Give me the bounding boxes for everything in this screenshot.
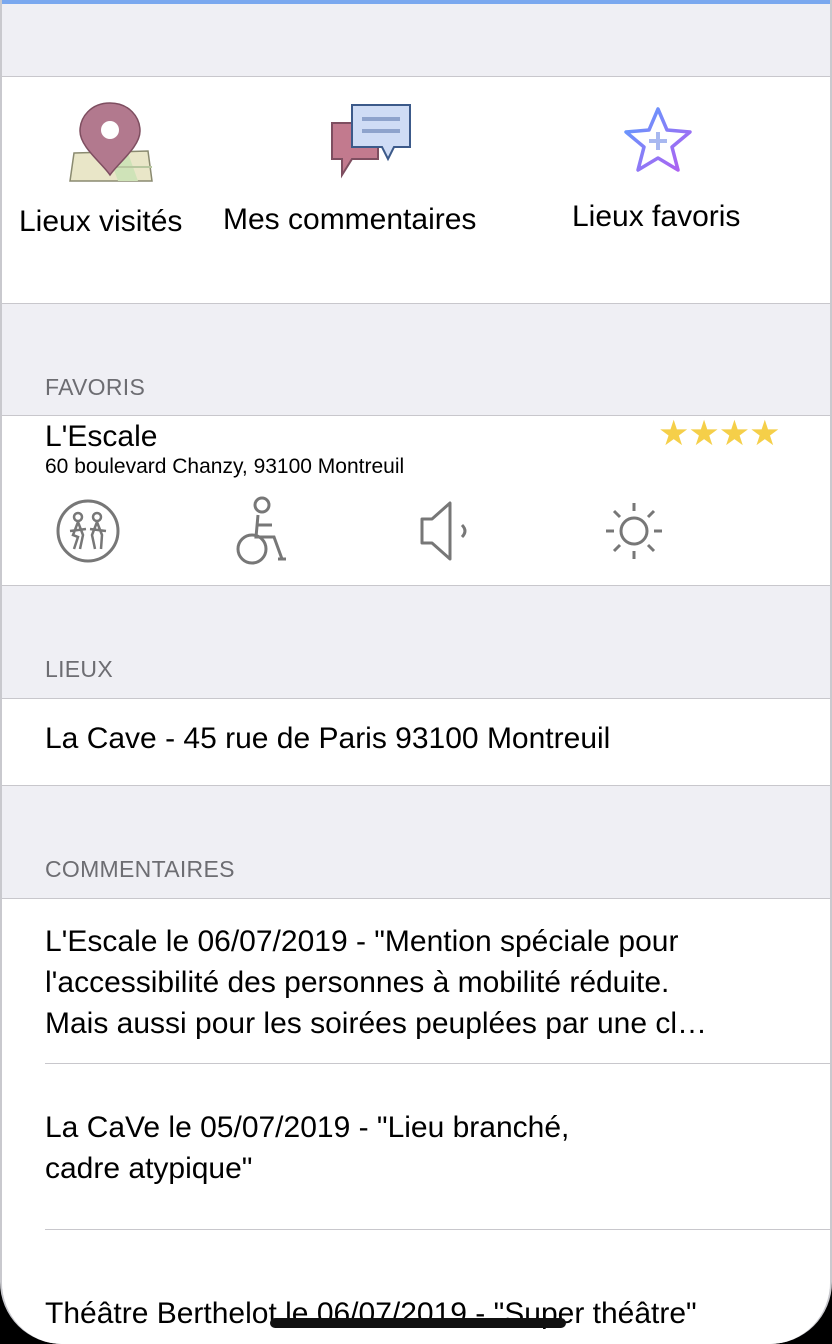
favorite-places-button[interactable]: Lieux favoris [562,77,776,305]
star-plus-icon [624,107,692,172]
comment-line: Mais aussi pour les soirées peuplées par… [45,1007,708,1040]
comments-header: COMMENTAIRES [45,856,235,882]
favorite-places-label: Lieux favoris [572,200,741,233]
comment-line: La CaVe le 05/07/2019 - "Lieu branché, [45,1111,570,1144]
comment-line: cadre atypique" [45,1152,253,1185]
family-icon [56,499,120,563]
comment-line: L'Escale le 06/07/2019 - "Mention spécia… [45,925,679,958]
home-indicator[interactable] [270,1318,566,1328]
comment-line: l'accessibilité des personnes à mobilité… [45,966,670,999]
speaker-icon [420,501,467,561]
my-comments-button[interactable]: Mes commentaires [220,77,520,305]
app-screen: Lieux visités Mes commentaires Lieux fav… [0,0,832,1344]
favorites-header: FAVORIS [45,374,146,400]
wheelchair-icon [236,496,286,565]
divider [45,1063,830,1064]
favorite-name: L'Escale [45,420,158,453]
speech-bubbles-icon [331,104,411,179]
place-row-label: La Cave - 45 rue de Paris 93100 Montreui… [45,722,611,755]
divider [45,1229,830,1230]
favorite-address: 60 boulevard Chanzy, 93100 Montreuil [45,455,405,478]
visited-places-label: Lieux visités [19,205,183,238]
comment-item[interactable]: La CaVe le 05/07/2019 - "Lieu branché, c… [45,1107,569,1189]
visited-places-button[interactable]: Lieux visités [16,77,208,305]
sun-icon [606,503,662,559]
map-pin-icon [69,102,153,182]
places-header: LIEUX [45,656,113,682]
shortcuts-panel: Lieux visités Mes commentaires Lieux fav… [2,76,830,304]
top-band [2,4,830,76]
rating-stars: ★★★★ [658,414,781,453]
my-comments-label: Mes commentaires [223,203,477,236]
comment-item[interactable]: L'Escale le 06/07/2019 - "Mention spécia… [45,921,707,1044]
